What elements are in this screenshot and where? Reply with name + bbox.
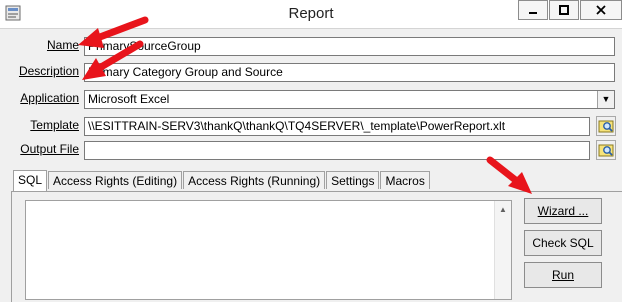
check-sql-label: Check SQL [532,236,594,250]
description-label: Description [18,64,79,78]
check-sql-button[interactable]: Check SQL [524,230,602,256]
application-value: Microsoft Excel [88,92,170,106]
maximize-button[interactable] [549,0,579,20]
minimize-button[interactable] [518,0,548,20]
tab-strip: SQL Access Rights (Editing) Access Right… [13,170,431,191]
output-browse-button[interactable] [596,140,616,160]
sql-editor[interactable]: ▲ [25,200,512,300]
tab-access-rights-running[interactable]: Access Rights (Running) [183,171,326,189]
run-button[interactable]: Run [524,262,602,288]
name-label: Name [46,38,79,52]
output-file-label: Output File [20,142,79,156]
annotation-arrow-icon [486,156,532,194]
template-field[interactable]: \\ESITTRAIN-SERV3\thankQ\thankQ\TQ4SERVE… [84,117,590,136]
minimize-icon [529,12,537,14]
description-field[interactable]: Primary Category Group and Source [84,63,615,82]
tab-macros[interactable]: Macros [380,171,430,189]
wizard-label: Wizard ... [537,204,589,218]
wizard-button[interactable]: Wizard ... [524,198,602,224]
annotation-arrow-icon [82,40,144,80]
sql-tab-panel: ▲ Wizard ... Check SQL Run [11,191,622,302]
name-field[interactable]: PrimarySourceGroup [84,37,615,56]
dropdown-arrow-icon[interactable]: ▼ [597,91,614,108]
sql-scrollbar[interactable]: ▲ [494,201,511,299]
run-label: Run [551,268,574,282]
template-label: Template [30,118,79,132]
close-icon [596,5,606,15]
tab-access-rights-editing[interactable]: Access Rights (Editing) [48,171,183,189]
browse-folder-icon [598,144,614,157]
scroll-up-icon[interactable]: ▲ [495,201,511,217]
application-label: Application [20,91,79,105]
tab-sql[interactable]: SQL [13,170,48,191]
tab-settings[interactable]: Settings [326,171,380,189]
browse-folder-icon [598,120,614,133]
maximize-icon [559,5,569,15]
template-browse-button[interactable] [596,116,616,136]
window-controls [517,0,622,22]
application-select[interactable]: Microsoft Excel ▼ [84,90,615,109]
close-button[interactable] [580,0,622,20]
